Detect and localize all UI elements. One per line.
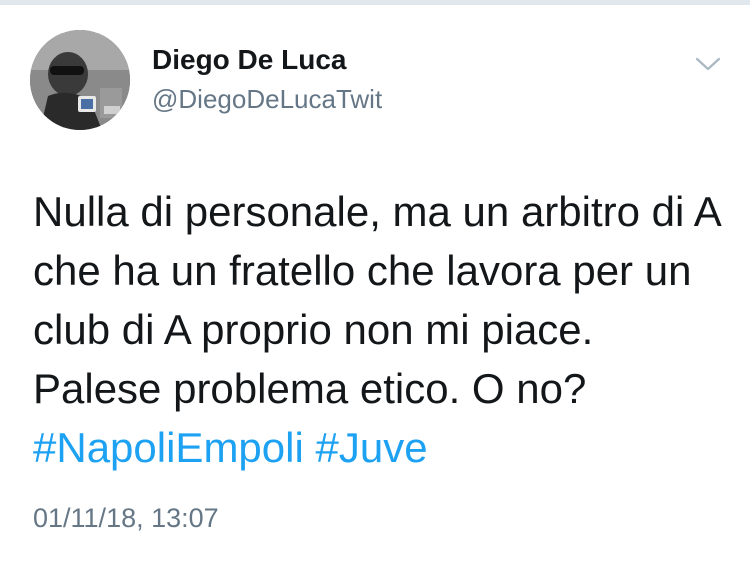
tweet-card: Diego De Luca @DiegoDeLucaTwit Nulla di … [0, 0, 750, 561]
tweet-text-line: che ha un fratello che lavora per un [33, 247, 692, 294]
author-display-name[interactable]: Diego De Luca [152, 44, 346, 76]
avatar[interactable] [30, 30, 130, 130]
hashtag-link[interactable]: #Juve [315, 424, 427, 471]
chevron-down-icon [695, 57, 721, 71]
tweet-text-line: Nulla di personale, ma un arbitro di A [33, 188, 722, 235]
hashtag-row: #NapoliEmpoli #Juve [33, 418, 428, 477]
hashtag-link[interactable]: #NapoliEmpoli [33, 424, 304, 471]
tweet-text-line: Palese problema etico. O no? [33, 365, 587, 412]
tweet-text: Nulla di personale, ma un arbitro di A c… [33, 182, 733, 418]
tweet-menu-button[interactable] [693, 52, 723, 76]
tweet-timestamp[interactable]: 01/11/18, 13:07 [33, 503, 219, 534]
tweet-text-line: club di A proprio non mi piace. [33, 306, 594, 353]
avatar-photo [30, 30, 130, 130]
author-handle[interactable]: @DiegoDeLucaTwit [152, 84, 382, 115]
